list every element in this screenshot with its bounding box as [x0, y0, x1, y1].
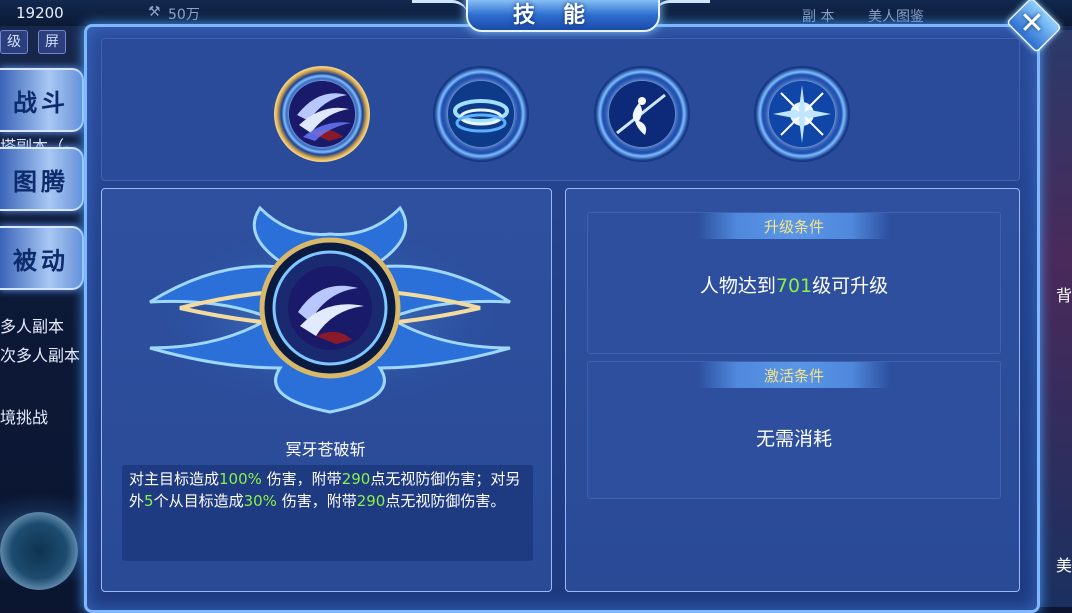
skill-bar — [101, 38, 1020, 181]
screen-tab[interactable]: 屏 — [38, 30, 66, 54]
desc-text: 对主目标造成 — [129, 470, 220, 488]
skill-emblem — [140, 198, 520, 420]
upgrade-text-after: 级可升级 — [812, 275, 889, 297]
activate-condition-text: 无需消耗 — [755, 428, 832, 450]
sidebar-button-battle[interactable]: 战斗 — [0, 68, 84, 132]
sidebar-text-multi-times: 次多人副本 — [0, 346, 81, 365]
skill-slot-4[interactable] — [754, 66, 850, 162]
power-value: 19200 — [16, 4, 64, 22]
desc-text: 点无视防御伤害。 — [385, 492, 506, 510]
sidebar-text-challenge: 境挑战 — [0, 408, 49, 427]
right-edge-strip — [1036, 30, 1072, 607]
desc-value: 5 — [144, 492, 154, 510]
skill-name: 冥牙苍破斩 — [285, 440, 366, 459]
sidebar-text-multi: 多人副本 — [0, 317, 65, 336]
right-edge-char-1: 背 — [1056, 286, 1072, 305]
currency-icon: ⚒ — [148, 4, 161, 20]
sidebar-button-passive[interactable]: 被动 — [0, 226, 84, 290]
activate-condition-box: 激活条件 无需消耗 — [587, 361, 1001, 499]
desc-value: 290 — [356, 492, 386, 510]
upgrade-condition-box: 升级条件 人物达到701级可升级 — [587, 212, 1001, 354]
desc-value: 290 — [341, 470, 371, 488]
title-ornament-right — [654, 0, 710, 21]
currency-value: 50万 — [168, 7, 200, 23]
top-right-label-2: 美人图鉴 — [868, 9, 924, 25]
skill-slot-1[interactable] — [274, 66, 370, 162]
lightning-burst-icon — [769, 81, 835, 147]
desc-text: 伤害，附带 — [261, 470, 342, 488]
activate-condition-header: 激活条件 — [698, 362, 890, 388]
level-tab[interactable]: 级 — [0, 30, 28, 54]
upgrade-condition-text: 人物达到701级可升级 — [588, 271, 1000, 298]
desc-text: 伤害，附带 — [276, 492, 357, 510]
upgrade-text-before: 人物达到 — [699, 275, 776, 297]
sidebar-button-totem[interactable]: 图腾 — [0, 147, 84, 211]
whirlwind-icon — [448, 81, 514, 147]
skill-slot-2[interactable] — [433, 66, 529, 162]
dialog-title: 技能 — [466, 0, 660, 32]
desc-text: 个从目标造成 — [153, 492, 244, 510]
skill-description: 对主目标造成100% 伤害，附带290点无视防御伤害；对另外5个从目标造成30%… — [122, 465, 533, 561]
title-ornament-left — [412, 0, 468, 21]
dark-fang-slash-icon — [289, 81, 355, 147]
upgrade-condition-header: 升级条件 — [698, 213, 890, 239]
sword-dancer-icon — [609, 81, 675, 147]
desc-value: 100% — [219, 470, 262, 488]
desc-value: 30% — [243, 492, 277, 510]
skill-slot-3[interactable] — [594, 66, 690, 162]
joystick[interactable] — [0, 512, 78, 590]
right-edge-char-2: 美 — [1056, 556, 1072, 575]
top-right-label-1: 副 本 — [802, 9, 835, 25]
upgrade-level-value: 701 — [775, 275, 813, 297]
